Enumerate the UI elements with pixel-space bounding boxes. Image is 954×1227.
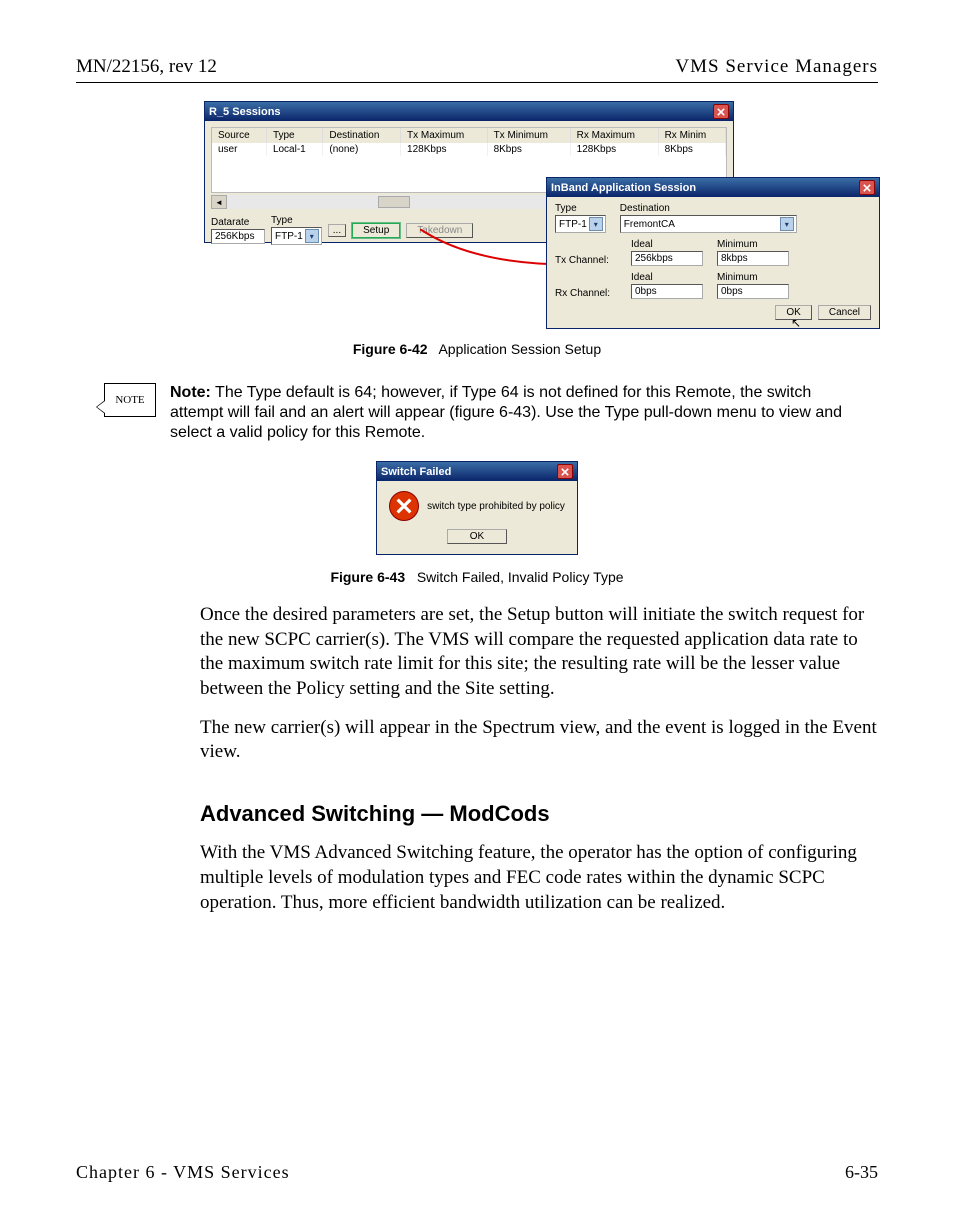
caption-bold: Figure 6-43: [330, 569, 405, 585]
minimum-label: Minimum: [717, 272, 789, 283]
cancel-button[interactable]: Cancel: [818, 305, 871, 320]
close-icon[interactable]: [713, 104, 729, 119]
note-box-text: NOTE: [115, 394, 144, 406]
col-destination[interactable]: Destination: [323, 128, 401, 143]
figure-6-43-caption: Figure 6-43 Switch Failed, Invalid Polic…: [76, 569, 878, 585]
dlg-type-value: FTP-1: [559, 219, 587, 230]
section-heading: Advanced Switching — ModCods: [200, 801, 878, 827]
ok-button[interactable]: OK: [447, 529, 507, 544]
minimum-label: Minimum: [717, 239, 789, 250]
col-source[interactable]: Source: [212, 128, 266, 143]
scroll-left-icon[interactable]: ◄: [211, 195, 227, 209]
dlg-dest-label: Destination: [620, 203, 871, 214]
table-row[interactable]: user Local-1 (none) 128Kbps 8Kbps 128Kbp…: [212, 143, 726, 156]
type-value: FTP-1: [275, 231, 303, 242]
sessions-title: R_5 Sessions: [209, 106, 281, 118]
col-rx-max[interactable]: Rx Maximum: [570, 128, 658, 143]
cell: 128Kbps: [401, 143, 488, 156]
cell: (none): [323, 143, 401, 156]
tx-ideal-input[interactable]: 256kbps: [631, 251, 703, 266]
more-button[interactable]: ...: [328, 224, 346, 237]
caption-text: Application Session Setup: [438, 341, 601, 357]
dlg-dest-combo[interactable]: FremontCA ▾: [620, 215, 797, 233]
cell: 128Kbps: [570, 143, 658, 156]
table-header-row: Source Type Destination Tx Maximum Tx Mi…: [212, 128, 726, 143]
cursor-icon: ↖: [791, 316, 801, 330]
dialog-titlebar[interactable]: InBand Application Session: [547, 178, 879, 197]
header-rule: [76, 82, 878, 83]
scroll-thumb[interactable]: [378, 196, 410, 208]
tx-channel-label: Tx Channel:: [555, 255, 617, 266]
switch-failed-message: switch type prohibited by policy: [427, 501, 565, 512]
sessions-titlebar[interactable]: R_5 Sessions: [205, 102, 733, 121]
figure-6-42: R_5 Sessions Source Type Destination Tx …: [204, 101, 866, 327]
note-block: NOTE Note: The Type default is 64; howev…: [104, 383, 878, 443]
switch-failed-dialog: Switch Failed switch type prohibited by …: [376, 461, 578, 555]
rx-min-input[interactable]: 0bps: [717, 284, 789, 299]
cell: 8Kbps: [658, 143, 725, 156]
close-icon[interactable]: [557, 464, 573, 479]
close-icon[interactable]: [859, 180, 875, 195]
col-rx-min[interactable]: Rx Minim: [658, 128, 725, 143]
dlg-type-combo[interactable]: FTP-1 ▾: [555, 215, 606, 233]
header-right: VMS Service Managers: [675, 56, 878, 78]
cell: 8Kbps: [487, 143, 570, 156]
chevron-down-icon[interactable]: ▾: [780, 217, 794, 231]
col-tx-min[interactable]: Tx Minimum: [487, 128, 570, 143]
note-label: Note:: [170, 384, 211, 401]
chevron-down-icon[interactable]: ▾: [589, 217, 603, 231]
dialog-title: InBand Application Session: [551, 182, 696, 194]
switch-failed-title: Switch Failed: [381, 466, 451, 478]
caption-text: Switch Failed, Invalid Policy Type: [417, 569, 624, 585]
type-combo[interactable]: FTP-1 ▾: [271, 227, 322, 245]
body-paragraph-1: Once the desired parameters are set, the…: [200, 603, 878, 702]
footer-left: Chapter 6 - VMS Services: [76, 1162, 290, 1183]
type-label: Type: [271, 215, 322, 226]
rx-channel-label: Rx Channel:: [555, 288, 617, 299]
setup-button[interactable]: Setup: [352, 223, 400, 238]
note-text-body: The Type default is 64; however, if Type…: [170, 384, 842, 441]
ideal-label: Ideal: [631, 272, 703, 283]
dlg-dest-value: FremontCA: [624, 219, 675, 230]
ideal-label: Ideal: [631, 239, 703, 250]
error-icon: [389, 491, 419, 521]
datarate-input[interactable]: 256Kbps: [211, 229, 265, 244]
col-tx-max[interactable]: Tx Maximum: [401, 128, 488, 143]
col-type[interactable]: Type: [266, 128, 322, 143]
switch-failed-titlebar[interactable]: Switch Failed: [377, 462, 577, 481]
tx-min-input[interactable]: 8kbps: [717, 251, 789, 266]
header-left: MN/22156, rev 12: [76, 56, 217, 78]
dlg-type-label: Type: [555, 203, 606, 214]
page-number: 6-35: [845, 1162, 878, 1183]
figure-6-42-caption: Figure 6-42 Application Session Setup: [76, 341, 878, 357]
cell: Local-1: [266, 143, 322, 156]
body-paragraph-2: The new carrier(s) will appear in the Sp…: [200, 716, 878, 765]
body-paragraph-3: With the VMS Advanced Switching feature,…: [200, 841, 878, 915]
caption-bold: Figure 6-42: [353, 341, 428, 357]
datarate-label: Datarate: [211, 217, 265, 228]
rx-ideal-input[interactable]: 0bps: [631, 284, 703, 299]
note-icon: NOTE: [104, 383, 156, 417]
cell: user: [212, 143, 266, 156]
inband-session-dialog: InBand Application Session Type FTP-1 ▾ …: [546, 177, 880, 329]
chevron-down-icon[interactable]: ▾: [305, 229, 319, 243]
